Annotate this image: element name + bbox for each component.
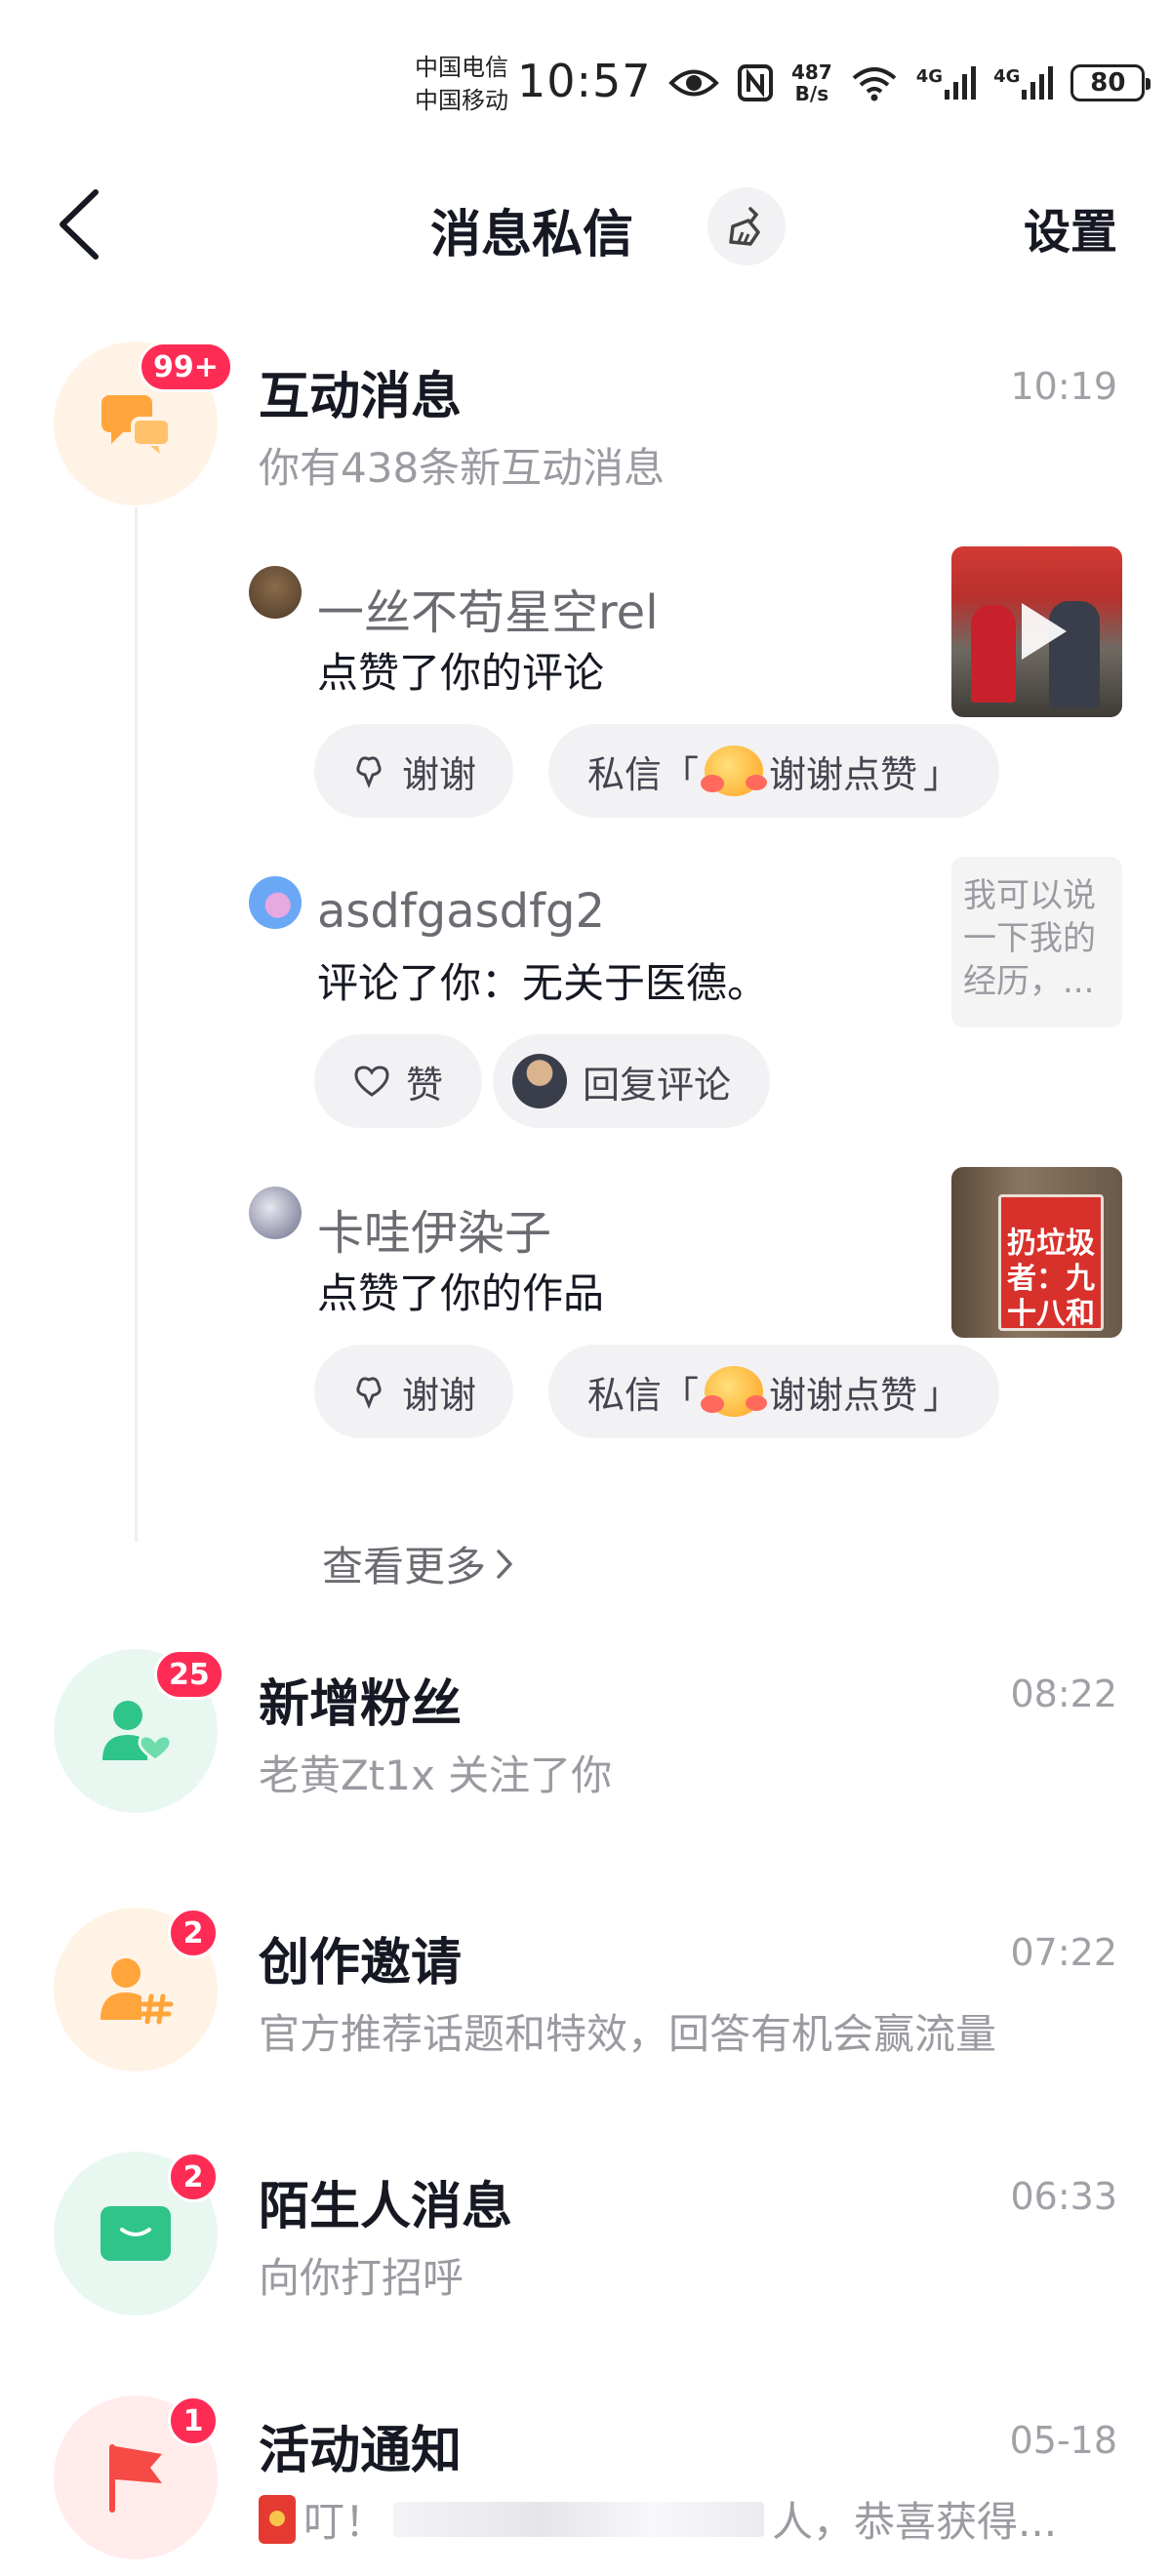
status-icons: 487 B/s 4G 4G 80	[668, 59, 1151, 107]
play-icon	[1022, 603, 1067, 660]
interaction-row[interactable]: 99+ 互动消息 10:19 你有438条新互动消息	[0, 342, 1171, 507]
video-thumbnail[interactable]	[951, 546, 1122, 717]
row-time: 07:22	[1010, 1931, 1117, 1974]
reply-comment-button[interactable]: 回复评论	[493, 1034, 771, 1128]
envelope-icon	[101, 2206, 171, 2261]
blush-emoji-icon	[701, 745, 768, 796]
row-time: 08:22	[1010, 1672, 1117, 1715]
chat-bubbles-icon	[101, 395, 172, 454]
carrier-1: 中国电信	[415, 54, 508, 81]
blush-emoji-icon	[701, 1366, 768, 1417]
reply-label: 回复评论	[583, 1063, 732, 1107]
row-title: 创作邀请	[259, 1934, 463, 1992]
new-followers-row[interactable]: 25 新增粉丝 08:22 老黄Zt1x 关注了你	[0, 1649, 1171, 1815]
dm-label: 谢谢点赞	[769, 1373, 918, 1417]
thread-line	[135, 507, 138, 1542]
like-comment-button[interactable]: 赞	[314, 1034, 483, 1128]
chevron-right-icon	[497, 1549, 512, 1579]
unread-badge: 25	[154, 1649, 224, 1700]
signal-1-label: 4G	[915, 66, 944, 87]
thanks-button[interactable]: 谢谢	[314, 1345, 514, 1438]
dm-thanks-button[interactable]: 私信「 谢谢点赞 」	[548, 1345, 1000, 1438]
signal-icon	[1022, 66, 1054, 100]
page-title: 消息私信	[429, 206, 633, 264]
dm-thanks-button[interactable]: 私信「 谢谢点赞 」	[548, 724, 1000, 818]
interaction-action: 点赞了你的作品	[317, 1269, 605, 1317]
settings-button[interactable]: 设置	[1024, 193, 1117, 262]
signal-1: 4G	[915, 66, 977, 100]
stranger-message-row[interactable]: 2 陌生人消息 06:33 向你打招呼	[0, 2152, 1171, 2317]
row-time: 05-18	[1009, 2419, 1117, 2462]
thanks-label: 谢谢	[402, 1373, 477, 1417]
interaction-user[interactable]: 卡哇伊染子	[317, 1194, 551, 1263]
status-time: 10:57	[517, 55, 652, 107]
nav-bar: 消息私信 设置	[0, 166, 1171, 283]
eye-icon	[668, 69, 719, 97]
signal-2-label: 4G	[993, 66, 1021, 87]
redacted-text	[393, 2501, 765, 2537]
thanks-label: 谢谢	[402, 752, 477, 796]
row-subtitle: 官方推荐话题和特效，回答有机会赢流量	[259, 2010, 997, 2058]
row-title: 互动消息	[259, 368, 463, 426]
row-title: 陌生人消息	[259, 2178, 513, 2236]
dm-suffix: 」	[923, 752, 961, 796]
row-title: 活动通知	[259, 2422, 463, 2480]
net-speed-unit: B/s	[794, 82, 829, 105]
flower-icon	[356, 756, 382, 788]
row-title: 新增粉丝	[259, 1675, 463, 1734]
post-thumbnail[interactable]: 扔垃圾者：九十八和一	[951, 1167, 1122, 1338]
user-hashtag-icon	[101, 1958, 174, 2025]
like-label: 赞	[406, 1063, 444, 1107]
clean-button[interactable]	[707, 187, 786, 265]
status-bar: 中国电信 中国移动 10:57 487 B/s 4G 4G 80	[0, 0, 1171, 166]
net-speed-value: 487	[791, 60, 832, 84]
user-avatar[interactable]	[249, 876, 302, 929]
see-more-label: 查看更多	[322, 1543, 487, 1590]
user-avatar[interactable]	[249, 1187, 302, 1239]
user-avatar[interactable]	[249, 566, 302, 619]
row-subtitle: 老黄Zt1x 关注了你	[259, 1751, 613, 1799]
row-subtitle: 叮！ 人，恭喜获得...	[259, 2489, 1057, 2549]
signal-2: 4G	[993, 66, 1054, 100]
user-heart-icon	[102, 1701, 173, 1762]
dm-prefix: 私信「	[587, 1373, 700, 1417]
heart-outline-icon	[354, 1066, 389, 1097]
see-more-link[interactable]: 查看更多	[322, 1534, 515, 1593]
interaction-action: 评论了你：无关于医德。	[317, 959, 769, 1007]
dm-label: 谢谢点赞	[769, 752, 918, 796]
nfc-icon	[738, 64, 773, 101]
carrier-labels: 中国电信 中国移动	[415, 51, 508, 117]
my-avatar	[512, 1054, 567, 1108]
battery-icon: 80	[1070, 64, 1151, 101]
wifi-icon	[852, 67, 897, 101]
unread-badge: 2	[168, 1908, 219, 1958]
creation-invite-row[interactable]: 2 创作邀请 07:22 官方推荐话题和特效，回答有机会赢流量	[0, 1908, 1171, 2073]
comment-preview[interactable]: 我可以说一下我的经历，...	[951, 857, 1122, 1027]
row-time: 06:33	[1010, 2175, 1117, 2218]
signal-icon	[945, 66, 977, 100]
row-subtitle: 向你打招呼	[259, 2254, 464, 2302]
row-time: 10:19	[1010, 365, 1117, 408]
interaction-action: 点赞了你的评论	[317, 649, 605, 697]
activity-notice-row[interactable]: 1 活动通知 05-18 叮！ 人，恭喜获得...	[0, 2395, 1171, 2576]
interaction-user[interactable]: asdfgasdfg2	[317, 884, 605, 939]
flower-icon	[356, 1377, 382, 1409]
net-speed: 487 B/s	[791, 61, 832, 104]
dm-prefix: 私信「	[587, 752, 700, 796]
red-envelope-icon	[259, 2494, 296, 2544]
broom-icon	[729, 207, 760, 246]
thanks-button[interactable]: 谢谢	[314, 724, 514, 818]
dm-suffix: 」	[923, 1373, 961, 1417]
interaction-user[interactable]: 一丝不苟星空rel	[317, 574, 659, 642]
unread-badge: 99+	[139, 342, 233, 392]
thumb-sign: 扔垃圾者：九十八和一	[998, 1194, 1104, 1331]
carrier-2: 中国移动	[415, 87, 508, 114]
row-subtitle: 你有438条新互动消息	[259, 444, 666, 492]
flag-icon	[109, 2444, 162, 2513]
subtitle-suffix: 人，恭喜获得...	[772, 2498, 1058, 2546]
red-envelope-seal	[269, 2510, 285, 2526]
unread-badge: 2	[168, 2152, 219, 2202]
unread-badge: 1	[168, 2395, 219, 2446]
subtitle-prefix: 叮！	[303, 2498, 386, 2546]
